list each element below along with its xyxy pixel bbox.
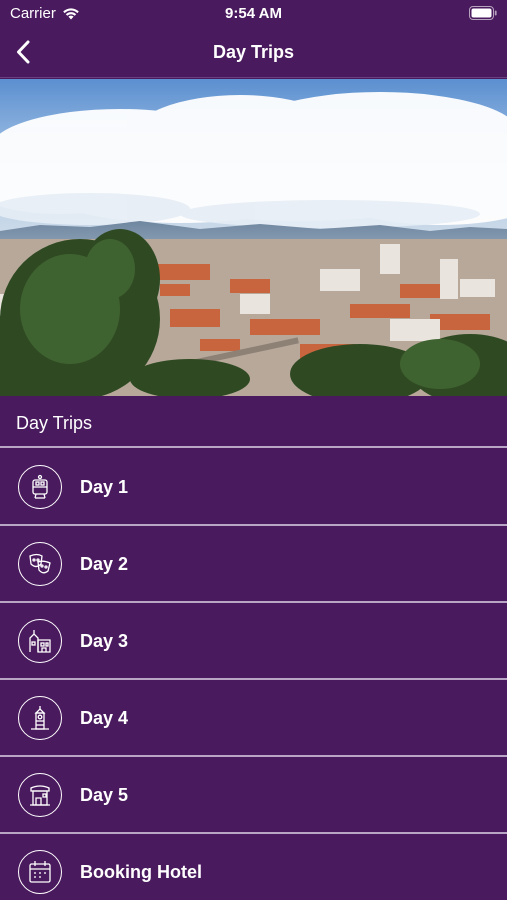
day-trips-list: Day 1 Day 2 Day 3 Day 4 Day 5 Booking Ho… [0,449,507,900]
battery-icon [469,6,497,24]
list-item-day-4[interactable]: Day 4 [0,680,507,757]
shop-icon [18,773,62,817]
navigation-bar: Day Trips [0,28,507,78]
section-header: Day Trips [0,396,507,448]
list-item-day-1[interactable]: Day 1 [0,449,507,526]
list-item-booking-hotel[interactable]: Booking Hotel [0,834,507,900]
list-item-day-2[interactable]: Day 2 [0,526,507,603]
list-item-label: Booking Hotel [80,862,202,882]
list-item-label: Day 4 [80,708,129,728]
list-item-day-5[interactable]: Day 5 [0,757,507,834]
list-item-label: Day 3 [80,631,129,651]
list-item-label: Day 2 [80,554,129,574]
castle-icon [18,619,62,663]
hero-image [0,79,507,396]
calendar-icon [18,850,62,894]
list-item-label: Day 5 [80,785,129,805]
tram-icon [18,465,62,509]
list-item-day-3[interactable]: Day 3 [0,603,507,680]
page-title: Day Trips [212,42,295,62]
tower-icon [18,696,62,740]
clock: 9:54 AM [225,5,282,22]
theatre-masks-icon [18,542,62,586]
list-item-label: Day 1 [80,477,129,497]
status-bar: Carrier 9:54 AM [0,0,507,28]
section-title: Day Trips [16,413,93,433]
